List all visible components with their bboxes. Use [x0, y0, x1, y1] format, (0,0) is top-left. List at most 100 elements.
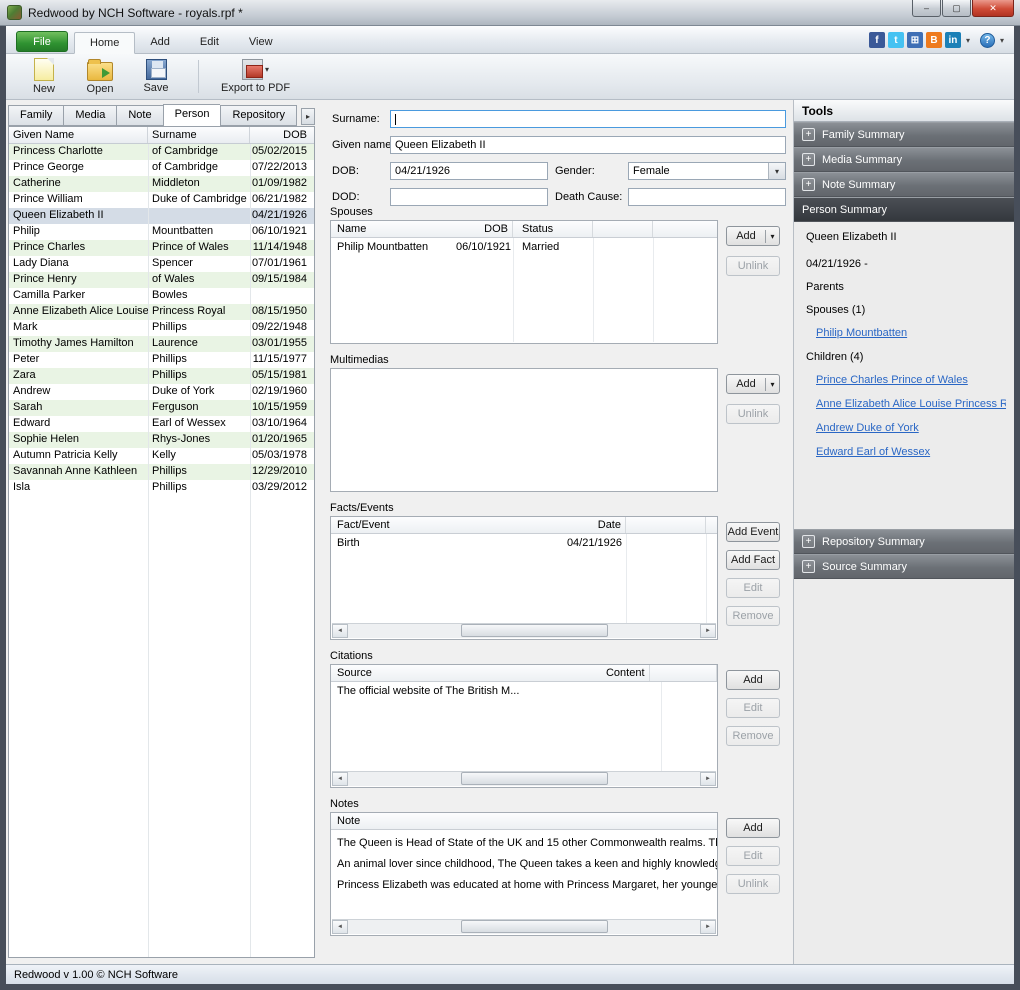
gender-dropdown[interactable]: Female ▾ — [628, 162, 786, 180]
add-fact-button[interactable]: Add Fact — [726, 550, 780, 570]
menu-tab[interactable]: Edit — [185, 31, 234, 53]
spouses-add-button[interactable]: Add▾ — [726, 226, 780, 246]
help-icon[interactable]: ? — [980, 33, 995, 48]
child-link[interactable]: Edward Earl of Wessex — [816, 446, 1006, 458]
note-col[interactable]: Note — [331, 813, 717, 829]
child-link[interactable]: Prince Charles Prince of Wales — [816, 374, 1006, 386]
facebook-icon[interactable]: f — [869, 32, 885, 48]
spouse-col-status[interactable]: Status — [513, 221, 593, 237]
expand-icon[interactable]: + — [802, 153, 815, 166]
person-row[interactable]: Queen Elizabeth II 04/21/1926 — [9, 208, 314, 224]
person-row[interactable]: Edward Earl of Wessex 03/10/1964 — [9, 416, 314, 432]
scroll-right-arrow[interactable]: ► — [700, 920, 716, 934]
column-header-dob[interactable]: DOB — [250, 127, 314, 143]
person-row[interactable]: Savannah Anne Kathleen Phillips 12/29/20… — [9, 464, 314, 480]
export-pdf-button[interactable]: ▾ Export to PDF — [213, 56, 298, 97]
list-tab[interactable]: Repository — [220, 105, 297, 126]
person-row[interactable]: Princess Charlotte of Cambridge 05/02/20… — [9, 144, 314, 160]
summary-section-header[interactable]: + Note Summary — [794, 172, 1014, 197]
spouses-unlink-button[interactable]: Unlink — [726, 256, 780, 276]
notes-unlink-button[interactable]: Unlink — [726, 874, 780, 894]
child-link[interactable]: Andrew Duke of York — [816, 422, 1006, 434]
summary-section-header[interactable]: + Media Summary — [794, 147, 1014, 172]
person-row[interactable]: Anne Elizabeth Alice Louise Princess Roy… — [9, 304, 314, 320]
summary-section-header[interactable]: + Source Summary — [794, 554, 1014, 579]
scroll-track[interactable] — [348, 920, 700, 934]
open-button[interactable]: Open — [72, 56, 128, 97]
twitter-icon[interactable]: t — [888, 32, 904, 48]
person-row[interactable]: Prince Charles Prince of Wales 11/14/194… — [9, 240, 314, 256]
horizontal-scrollbar[interactable]: ◄ ► — [332, 771, 716, 786]
minimize-button[interactable]: – — [912, 0, 941, 17]
spouse-col-name[interactable]: Name — [331, 221, 456, 237]
chevron-down-icon[interactable]: ▾ — [768, 163, 785, 179]
tab-scroll-right-button[interactable]: ▸ — [301, 108, 315, 125]
person-row[interactable]: Camilla Parker Bowles — [9, 288, 314, 304]
scroll-left-arrow[interactable]: ◄ — [332, 624, 348, 638]
dob-input[interactable] — [390, 162, 548, 180]
add-event-button[interactable]: Add Event — [726, 522, 780, 542]
citation-col-source[interactable]: Source — [331, 665, 553, 681]
column-header-given-name[interactable]: Given Name — [9, 127, 148, 143]
person-row[interactable]: Peter Phillips 11/15/1977 — [9, 352, 314, 368]
new-button[interactable]: New — [16, 56, 72, 97]
expand-icon[interactable]: + — [802, 178, 815, 191]
person-row[interactable]: Andrew Duke of York 02/19/1960 — [9, 384, 314, 400]
person-row[interactable]: Prince Henry of Wales 09/15/1984 — [9, 272, 314, 288]
close-button[interactable]: ✕ — [972, 0, 1014, 17]
person-row[interactable]: Autumn Patricia Kelly Kelly 05/03/1978 — [9, 448, 314, 464]
person-row[interactable]: Mark Phillips 09/22/1948 — [9, 320, 314, 336]
note-row[interactable]: An animal lover since childhood, The Que… — [331, 854, 717, 875]
note-row[interactable]: Princess Elizabeth was educated at home … — [331, 875, 717, 896]
multimedias-add-button[interactable]: Add▾ — [726, 374, 780, 394]
horizontal-scrollbar[interactable]: ◄ ► — [332, 919, 716, 934]
scroll-thumb[interactable] — [461, 624, 609, 637]
scroll-right-arrow[interactable]: ► — [700, 624, 716, 638]
scroll-left-arrow[interactable]: ◄ — [332, 772, 348, 786]
given-name-input[interactable] — [390, 136, 786, 154]
facts-edit-button[interactable]: Edit — [726, 578, 780, 598]
export-dropdown-arrow-icon[interactable]: ▾ — [265, 65, 269, 74]
list-tab[interactable]: Person — [163, 104, 221, 126]
person-row[interactable]: Lady Diana Spencer 07/01/1961 — [9, 256, 314, 272]
scroll-track[interactable] — [348, 772, 700, 786]
fact-col-name[interactable]: Fact/Event — [331, 517, 491, 533]
scroll-track[interactable] — [348, 624, 700, 638]
linkedin-icon[interactable]: in — [945, 32, 961, 48]
save-button[interactable]: Save — [128, 56, 184, 97]
person-row[interactable]: Zara Phillips 05/15/1981 — [9, 368, 314, 384]
expand-icon[interactable]: + — [802, 128, 815, 141]
expand-icon[interactable]: + — [802, 535, 815, 548]
person-summary-header[interactable]: Person Summary — [794, 197, 1014, 222]
blogger-icon[interactable]: B — [926, 32, 942, 48]
note-row[interactable]: The Queen is Head of State of the UK and… — [331, 833, 717, 854]
child-link[interactable]: Anne Elizabeth Alice Louise Princess Roy… — [816, 398, 1006, 410]
person-row[interactable]: Catherine Middleton 01/09/1982 — [9, 176, 314, 192]
surname-input[interactable] — [390, 110, 786, 128]
person-row[interactable]: Philip Mountbatten 06/10/1921 — [9, 224, 314, 240]
person-row[interactable]: Prince William Duke of Cambridge 06/21/1… — [9, 192, 314, 208]
menu-tab[interactable]: Home — [74, 32, 135, 54]
citation-col-content[interactable]: Content — [553, 665, 650, 681]
summary-section-header[interactable]: + Repository Summary — [794, 529, 1014, 554]
list-tab[interactable]: Note — [116, 105, 162, 126]
column-header-surname[interactable]: Surname — [148, 127, 250, 143]
list-tab[interactable]: Media — [63, 105, 116, 126]
spouse-col-dob[interactable]: DOB — [456, 221, 513, 237]
scroll-right-arrow[interactable]: ► — [700, 772, 716, 786]
citations-remove-button[interactable]: Remove — [726, 726, 780, 746]
citations-edit-button[interactable]: Edit — [726, 698, 780, 718]
expand-icon[interactable]: + — [802, 560, 815, 573]
menu-tab[interactable]: Add — [135, 31, 185, 53]
person-row[interactable]: Prince George of Cambridge 07/22/2013 — [9, 160, 314, 176]
share-icon[interactable]: ⊞ — [907, 32, 923, 48]
horizontal-scrollbar[interactable]: ◄ ► — [332, 623, 716, 638]
titlebar[interactable]: Redwood by NCH Software - royals.rpf * –… — [0, 0, 1020, 26]
citations-add-button[interactable]: Add — [726, 670, 780, 690]
facts-remove-button[interactable]: Remove — [726, 606, 780, 626]
help-dropdown-arrow-icon[interactable]: ▾ — [998, 36, 1006, 45]
person-row[interactable]: Sarah Ferguson 10/15/1959 — [9, 400, 314, 416]
citation-row[interactable]: The official website of The British M... — [331, 682, 717, 700]
spouse-row[interactable]: Philip Mountbatten 06/10/1921 Married — [331, 238, 717, 256]
multimedias-unlink-button[interactable]: Unlink — [726, 404, 780, 424]
